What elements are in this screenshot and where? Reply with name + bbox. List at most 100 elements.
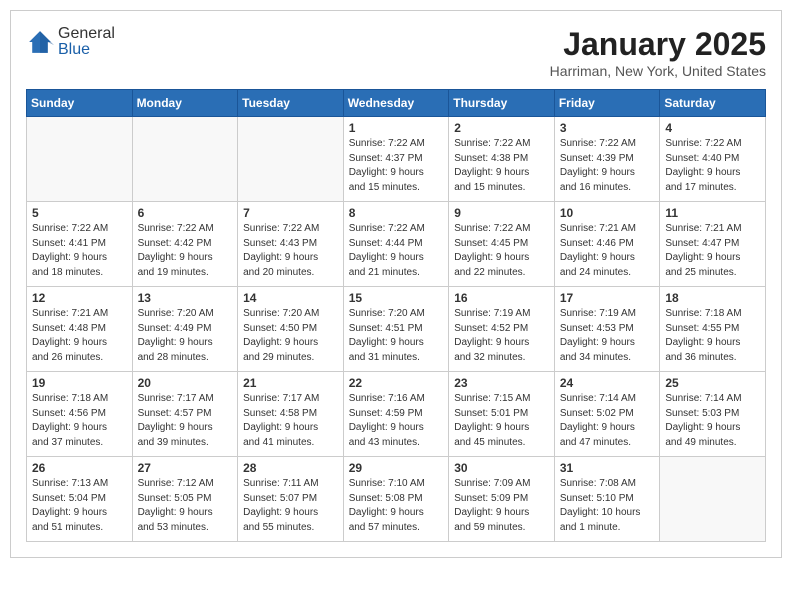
day-info: Sunrise: 7:17 AM Sunset: 4:57 PM Dayligh…: [138, 392, 233, 450]
day-number: 20: [138, 376, 233, 390]
day-info: Sunrise: 7:22 AM Sunset: 4:44 PM Dayligh…: [349, 222, 444, 280]
logo-icon: [26, 28, 54, 56]
day-info: Sunrise: 7:14 AM Sunset: 5:03 PM Dayligh…: [665, 392, 760, 450]
calendar-cell: 14Sunrise: 7:20 AM Sunset: 4:50 PM Dayli…: [238, 287, 344, 372]
day-number: 10: [560, 206, 655, 220]
day-header-row: SundayMondayTuesdayWednesdayThursdayFrid…: [27, 90, 766, 117]
day-info: Sunrise: 7:21 AM Sunset: 4:46 PM Dayligh…: [560, 222, 655, 280]
day-header-tuesday: Tuesday: [238, 90, 344, 117]
month-title: January 2025: [550, 26, 766, 63]
day-info: Sunrise: 7:17 AM Sunset: 4:58 PM Dayligh…: [243, 392, 338, 450]
calendar-cell: 11 Sunrise: 7:21 AM Sunset: 4:47 PM Dayli…: [660, 202, 766, 287]
day-number: 27: [138, 461, 233, 475]
day-info: Sunrise: 7:09 AM Sunset: 5:09 PM Dayligh…: [454, 477, 549, 535]
calendar-cell: 17Sunrise: 7:19 AM Sunset: 4:53 PM Dayli…: [554, 287, 660, 372]
day-info: Sunrise: 7:19 AM Sunset: 4:52 PM Dayligh…: [454, 307, 549, 365]
calendar-table: SundayMondayTuesdayWednesdayThursdayFrid…: [26, 89, 766, 542]
calendar-cell: [27, 117, 133, 202]
day-info: Sunrise: 7:08 AM Sunset: 5:10 PM Dayligh…: [560, 477, 655, 535]
day-info: Sunrise: 7:20 AM Sunset: 4:50 PM Dayligh…: [243, 307, 338, 365]
calendar-cell: 22Sunrise: 7:16 AM Sunset: 4:59 PM Dayli…: [343, 372, 449, 457]
day-number: 16: [454, 291, 549, 305]
week-row-5: 26Sunrise: 7:13 AM Sunset: 5:04 PM Dayli…: [27, 457, 766, 542]
day-info: Sunrise: 7:18 AM Sunset: 4:55 PM Dayligh…: [665, 307, 760, 365]
calendar-cell: 15 Sunrise: 7:20 AM Sunset: 4:51 PM Dayli…: [343, 287, 449, 372]
calendar-cell: [132, 117, 238, 202]
day-number: 22: [349, 376, 444, 390]
week-row-1: 1 Sunrise: 7:22 AM Sunset: 4:37 PM Daylig…: [27, 117, 766, 202]
week-row-2: 5 Sunrise: 7:22 AM Sunset: 4:41 PM Daylig…: [27, 202, 766, 287]
day-number: 25: [665, 376, 760, 390]
calendar-cell: 25 Sunrise: 7:14 AM Sunset: 5:03 PM Dayli…: [660, 372, 766, 457]
calendar-cell: 6Sunrise: 7:22 AM Sunset: 4:42 PM Daylig…: [132, 202, 238, 287]
calendar-cell: 4 Sunrise: 7:22 AM Sunset: 4:40 PM Daylig…: [660, 117, 766, 202]
logo-blue: Blue: [58, 41, 90, 58]
calendar-cell: 29 Sunrise: 7:10 AM Sunset: 5:08 PM Dayli…: [343, 457, 449, 542]
calendar-cell: 8 Sunrise: 7:22 AM Sunset: 4:44 PM Daylig…: [343, 202, 449, 287]
day-info: Sunrise: 7:14 AM Sunset: 5:02 PM Dayligh…: [560, 392, 655, 450]
calendar-cell: 16 Sunrise: 7:19 AM Sunset: 4:52 PM Dayli…: [449, 287, 555, 372]
day-number: 30: [454, 461, 549, 475]
day-header-saturday: Saturday: [660, 90, 766, 117]
title-block: January 2025 Harriman, New York, United …: [550, 26, 766, 79]
day-number: 15: [349, 291, 444, 305]
day-info: Sunrise: 7:22 AM Sunset: 4:37 PM Dayligh…: [349, 137, 444, 195]
location: Harriman, New York, United States: [550, 63, 766, 79]
calendar-cell: 12 Sunrise: 7:21 AM Sunset: 4:48 PM Dayli…: [27, 287, 133, 372]
calendar-cell: 10 Sunrise: 7:21 AM Sunset: 4:46 PM Dayli…: [554, 202, 660, 287]
calendar-cell: 20 Sunrise: 7:17 AM Sunset: 4:57 PM Dayli…: [132, 372, 238, 457]
calendar-cell: 26Sunrise: 7:13 AM Sunset: 5:04 PM Dayli…: [27, 457, 133, 542]
day-info: Sunrise: 7:22 AM Sunset: 4:38 PM Dayligh…: [454, 137, 549, 195]
day-number: 18: [665, 291, 760, 305]
day-number: 19: [32, 376, 127, 390]
day-info: Sunrise: 7:22 AM Sunset: 4:42 PM Dayligh…: [138, 222, 233, 280]
calendar-cell: 3Sunrise: 7:22 AM Sunset: 4:39 PM Daylig…: [554, 117, 660, 202]
day-number: 24: [560, 376, 655, 390]
day-number: 4: [665, 121, 760, 135]
day-info: Sunrise: 7:22 AM Sunset: 4:41 PM Dayligh…: [32, 222, 127, 280]
day-info: Sunrise: 7:15 AM Sunset: 5:01 PM Dayligh…: [454, 392, 549, 450]
day-info: Sunrise: 7:22 AM Sunset: 4:39 PM Dayligh…: [560, 137, 655, 195]
day-number: 12: [32, 291, 127, 305]
day-number: 28: [243, 461, 338, 475]
day-info: Sunrise: 7:11 AM Sunset: 5:07 PM Dayligh…: [243, 477, 338, 535]
calendar-cell: 2Sunrise: 7:22 AM Sunset: 4:38 PM Daylig…: [449, 117, 555, 202]
calendar-cell: 9 Sunrise: 7:22 AM Sunset: 4:45 PM Daylig…: [449, 202, 555, 287]
day-info: Sunrise: 7:21 AM Sunset: 4:48 PM Dayligh…: [32, 307, 127, 365]
day-number: 31: [560, 461, 655, 475]
day-number: 9: [454, 206, 549, 220]
day-info: Sunrise: 7:20 AM Sunset: 4:51 PM Dayligh…: [349, 307, 444, 365]
day-number: 1: [349, 121, 444, 135]
day-number: 21: [243, 376, 338, 390]
day-info: Sunrise: 7:22 AM Sunset: 4:40 PM Dayligh…: [665, 137, 760, 195]
calendar-cell: 27 Sunrise: 7:12 AM Sunset: 5:05 PM Dayli…: [132, 457, 238, 542]
calendar-page: General Blue January 2025 Harriman, New …: [10, 10, 782, 558]
day-number: 8: [349, 206, 444, 220]
day-info: Sunrise: 7:22 AM Sunset: 4:43 PM Dayligh…: [243, 222, 338, 280]
day-info: Sunrise: 7:22 AM Sunset: 4:45 PM Dayligh…: [454, 222, 549, 280]
day-info: Sunrise: 7:10 AM Sunset: 5:08 PM Dayligh…: [349, 477, 444, 535]
logo-text: General Blue: [58, 26, 115, 58]
calendar-cell: 7 Sunrise: 7:22 AM Sunset: 4:43 PM Daylig…: [238, 202, 344, 287]
day-info: Sunrise: 7:12 AM Sunset: 5:05 PM Dayligh…: [138, 477, 233, 535]
day-header-wednesday: Wednesday: [343, 90, 449, 117]
day-number: 29: [349, 461, 444, 475]
day-info: Sunrise: 7:19 AM Sunset: 4:53 PM Dayligh…: [560, 307, 655, 365]
logo: General Blue: [26, 26, 115, 58]
header: General Blue January 2025 Harriman, New …: [26, 26, 766, 79]
calendar-cell: 24 Sunrise: 7:14 AM Sunset: 5:02 PM Dayli…: [554, 372, 660, 457]
day-info: Sunrise: 7:20 AM Sunset: 4:49 PM Dayligh…: [138, 307, 233, 365]
calendar-cell: 21 Sunrise: 7:17 AM Sunset: 4:58 PM Dayli…: [238, 372, 344, 457]
day-number: 26: [32, 461, 127, 475]
day-number: 11: [665, 206, 760, 220]
day-info: Sunrise: 7:21 AM Sunset: 4:47 PM Dayligh…: [665, 222, 760, 280]
calendar-cell: 1 Sunrise: 7:22 AM Sunset: 4:37 PM Daylig…: [343, 117, 449, 202]
calendar-cell: 5 Sunrise: 7:22 AM Sunset: 4:41 PM Daylig…: [27, 202, 133, 287]
week-row-3: 12 Sunrise: 7:21 AM Sunset: 4:48 PM Dayli…: [27, 287, 766, 372]
calendar-cell: [238, 117, 344, 202]
day-number: 23: [454, 376, 549, 390]
day-number: 5: [32, 206, 127, 220]
calendar-cell: 18 Sunrise: 7:18 AM Sunset: 4:55 PM Dayli…: [660, 287, 766, 372]
day-number: 7: [243, 206, 338, 220]
calendar-cell: 28 Sunrise: 7:11 AM Sunset: 5:07 PM Dayli…: [238, 457, 344, 542]
